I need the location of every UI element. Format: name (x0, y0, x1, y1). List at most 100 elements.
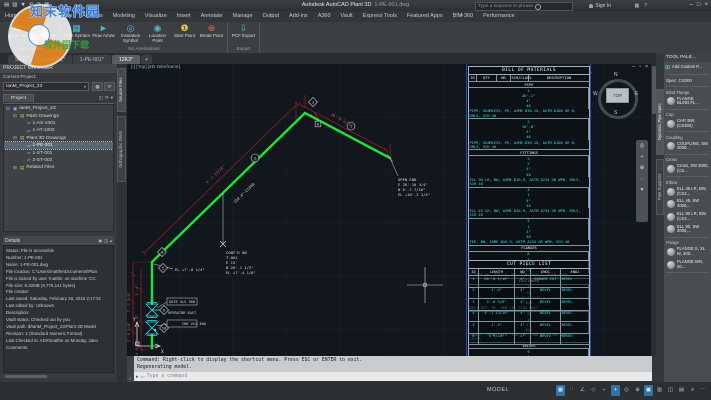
palette-item[interactable]: Cross, SW 3000, (CS... (664, 163, 711, 176)
palette-item[interactable]: FLANGE S, XL W, 300... (664, 246, 711, 259)
ribbon-tab[interactable]: Performance (478, 11, 520, 22)
units-icon[interactable]: ◫ (666, 385, 675, 396)
home-icon[interactable]: ⌂ (589, 70, 592, 75)
customize-icon[interactable]: ⋯ (699, 385, 708, 396)
ribbon-tab[interactable]: Modeling (108, 11, 140, 22)
open-icon[interactable]: ▥ (12, 2, 17, 8)
ribbon-tab[interactable]: Express Tools (358, 11, 402, 22)
tree-item[interactable]: ⊟ ▤ Plant 3D Drawings (4, 135, 113, 142)
viewcube[interactable]: TOP N W E S ⌂ (595, 72, 639, 120)
viewcube-top-face[interactable]: TOP (606, 88, 629, 103)
tab-orthographic-dwg[interactable]: Orthographic DWG (117, 116, 126, 182)
palette-group-label[interactable]: Cross (664, 156, 711, 163)
cut-list-row[interactable]: 3 2'-0 5/8" 4" BEVEL BEVEL (468, 299, 590, 311)
tree-item[interactable]: ⊟ ▤ P&ID Drawings (4, 112, 113, 119)
tree-item[interactable]: ⊞ ▤ Related Files (4, 164, 113, 171)
bom-row[interactable]: 9 1 4" 300 GATE VALVE, DOUBLE DISC, 300 … (468, 349, 590, 356)
scrollbar-thumb[interactable] (5, 375, 47, 378)
redo-icon[interactable]: ↷ (36, 2, 41, 8)
ribbon-tab[interactable]: Featured Apps (402, 11, 448, 22)
ribbon-button[interactable]: ► Flow Arrow (90, 22, 117, 46)
viewcube-north[interactable]: N (614, 72, 618, 78)
tab-project[interactable]: Project (3, 94, 34, 102)
palette-item[interactable]: CAP, BW, (CS300) (664, 118, 711, 131)
help-icon[interactable]: ? (644, 3, 647, 9)
refresh-tree-icon[interactable]: ⟳ (105, 95, 109, 101)
cut-piece-list-table[interactable]: CUT PIECE LIST IDLENGTHNDEND1END2 1 20'-… (468, 260, 590, 345)
model-space-button[interactable]: MODEL (487, 387, 509, 393)
bom-row[interactable]: 4 1 4" 40 ELL 45 LR, BW, ASME B16.9, AST… (468, 188, 590, 219)
cut-list-row[interactable]: 2 1'-4" 4" BEVEL BEVEL (468, 288, 590, 300)
ribbon-tab[interactable]: Visualize (140, 11, 172, 22)
transparency-icon[interactable]: ◎ (622, 385, 631, 396)
tree-expander-icon[interactable]: ⊟ (6, 106, 11, 112)
ribbon-button[interactable]: ◉ Location Point (144, 22, 171, 46)
pan-icon[interactable]: + (640, 154, 643, 160)
file-tab[interactable]: Start (8, 55, 33, 64)
palette-item[interactable]: ELL 45, SW 3000,... (664, 198, 711, 211)
details-horizontal-scrollbar[interactable] (3, 374, 114, 378)
new-icon[interactable]: ▤ (4, 2, 9, 8)
tree-item[interactable]: ⊟ ▣ IanM_Project_23 (4, 105, 113, 112)
project-select[interactable]: IanM_Project_23 ▾ (3, 82, 89, 91)
ribbon-button[interactable]: ▤ Iso Manage (31, 22, 58, 46)
tree-item[interactable]: ▱ 1-PE-001 (4, 142, 113, 149)
snap-icon[interactable]: ∷ (567, 385, 576, 396)
palette-group-label[interactable]: Elbow (664, 178, 711, 185)
layers-icon[interactable]: ▤ (677, 385, 686, 396)
tree-expander-icon[interactable]: ⊟ (13, 113, 18, 119)
tab-dynamic-pipe-spec[interactable]: Dynamic Pipe Spec (656, 89, 664, 155)
zoom-icon[interactable]: ⊕ (640, 165, 645, 171)
ribbon-options-icon[interactable]: ▾ (460, 13, 463, 19)
bom-row[interactable]: 1 26'-1" 4" 40 PIPE, SEAMLESS, PE, ASME … (468, 88, 590, 119)
palette-item[interactable]: ELL 90, SW 3000,... (664, 223, 711, 236)
details-list-icon[interactable]: ◫ (104, 238, 108, 243)
crosshair-icon[interactable]: + (611, 385, 620, 396)
palette-item[interactable]: ELL 90 LR, BW, (CS3... (664, 211, 711, 224)
command-grip[interactable]: ≡ (127, 356, 134, 382)
ribbon-button[interactable]: ⇆ CF to Iso (4, 22, 31, 46)
cut-list-row[interactable]: 5 1'-5" 4" BEVEL BEVEL (468, 322, 590, 334)
ribbon-tab[interactable]: Add-ins (284, 11, 313, 22)
drawing-window-button[interactable]: ▫ (639, 64, 641, 70)
viewport-view-control[interactable]: [Top] (136, 65, 146, 70)
exchange-apps-icon[interactable]: ▦ (634, 3, 639, 9)
ribbon-tab[interactable]: Manage (228, 11, 258, 22)
ribbon-tab[interactable]: A360 (313, 11, 336, 22)
orbit-icon[interactable]: ◌ (640, 176, 643, 182)
ribbon-tab[interactable]: Annotate (196, 11, 228, 22)
ortho-icon[interactable]: ⌐ (600, 385, 609, 396)
ribbon-button[interactable]: ▦ Floor Symbol (63, 22, 90, 46)
tree-expander-icon[interactable]: ⊟ (13, 135, 18, 141)
tab-source-files[interactable]: Source Files (117, 68, 126, 112)
ribbon-tab[interactable]: Structure (45, 11, 77, 22)
scrollbar-thumb[interactable] (652, 66, 656, 114)
ribbon-panel-label[interactable]: Export (230, 46, 257, 52)
cut-list-row[interactable]: 6 5 9/16" 4" BEVEL BEVEL (468, 334, 590, 346)
viewport-menu-control[interactable]: [-] (131, 65, 135, 70)
details-grid-icon[interactable]: ▣ (98, 238, 102, 243)
ribbon-button[interactable]: ◎ Insulation Symbol (117, 22, 144, 46)
isolate-icon[interactable]: ≡ (688, 385, 697, 396)
polar-icon[interactable]: ∠ (578, 385, 587, 396)
annotation-icon[interactable]: ▥ (655, 385, 664, 396)
workspace-icon[interactable]: ▣ (644, 385, 653, 396)
bom-row[interactable]: 5 1 4" 40 TEE, BW, ASME B16.9, ASTM A234… (468, 219, 590, 246)
ribbon-tab[interactable]: Insert (172, 11, 196, 22)
valve-symbols[interactable] (146, 303, 163, 336)
viewcube-east[interactable]: E (635, 91, 638, 97)
drawing-window-button[interactable]: – (632, 64, 635, 70)
palette-item[interactable]: FLANGE WN, 30... (664, 258, 711, 271)
plot-icon[interactable]: ▦ (44, 2, 49, 8)
window-control-button[interactable]: □ (697, 2, 701, 8)
ribbon-tab[interactable]: Vault (336, 11, 358, 22)
tree-item[interactable]: ▱ 1-AS-1001 (4, 120, 113, 127)
sign-in-button[interactable]: Sign In (589, 3, 611, 9)
add-custom-part-button[interactable]: ⊞ Add Custom P... (664, 62, 711, 73)
search-icon[interactable] (535, 4, 541, 10)
save-icon[interactable]: ▼ (20, 2, 25, 8)
ribbon-panel-label[interactable]: Iso Creation (4, 46, 58, 52)
tree-item[interactable]: ▱ 2-ST-002 (4, 157, 113, 164)
file-tab[interactable]: 12K3* (112, 55, 140, 64)
bom-row[interactable]: 3 2 4" 40 ELL 90 LR, BW, ASME B16.9, AST… (468, 156, 590, 187)
